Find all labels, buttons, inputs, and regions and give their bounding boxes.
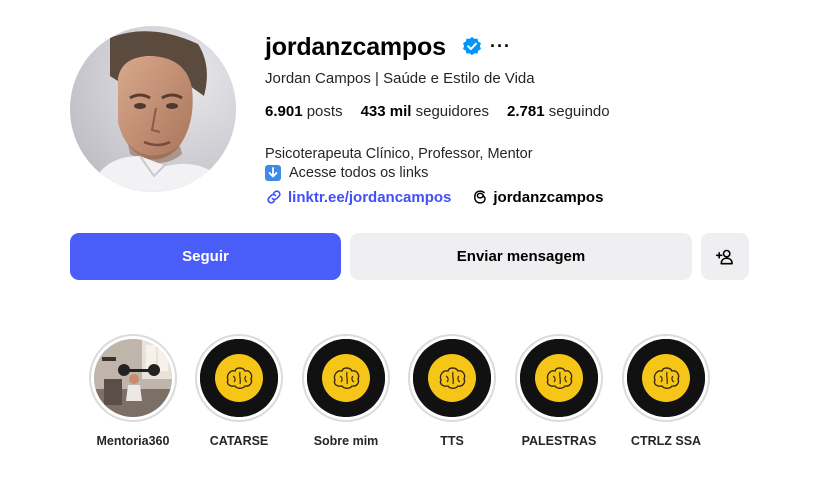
brain-icon	[200, 339, 278, 417]
follow-button[interactable]: Seguir	[70, 233, 341, 280]
highlight-label: Sobre mim	[313, 434, 379, 448]
highlight-cover-photo	[94, 339, 172, 417]
brain-icon	[307, 339, 385, 417]
highlight-item[interactable]: PALESTRAS	[512, 334, 606, 448]
profile-full-name: Jordan Campos | Saúde e Estilo de Vida	[265, 70, 535, 87]
followers-count: 433 mil	[360, 103, 412, 120]
highlight-label: CTRLZ SSA	[630, 434, 702, 448]
bio-line-2: Acesse todos os links	[265, 165, 428, 181]
highlight-ring	[408, 334, 496, 422]
highlight-label: Mentoria360	[96, 434, 170, 448]
profile-username: jordanzcampos	[265, 33, 446, 61]
link-icon	[267, 190, 281, 204]
profile-avatar[interactable]	[70, 26, 236, 192]
down-arrow-icon	[265, 165, 281, 181]
suggested-accounts-button[interactable]	[701, 233, 749, 280]
threads-link[interactable]: jordanzcampos	[471, 188, 603, 206]
posts-count: 6.901	[265, 103, 303, 120]
threads-handle: jordanzcampos	[493, 188, 604, 206]
external-link-text: linktr.ee/jordancampos	[288, 188, 452, 206]
highlight-ring	[89, 334, 177, 422]
highlight-label: TTS	[440, 434, 464, 448]
followers-label: seguidores	[415, 103, 490, 120]
highlight-item[interactable]: TTS	[405, 334, 499, 448]
highlight-ring	[622, 334, 710, 422]
profile-photo	[70, 26, 236, 192]
brain-icon	[627, 339, 705, 417]
highlight-cover	[627, 339, 705, 417]
add-person-icon	[715, 249, 733, 264]
threads-icon	[474, 190, 487, 204]
highlight-cover	[520, 339, 598, 417]
highlight-item[interactable]: CTRLZ SSA	[619, 334, 713, 448]
highlight-label: PALESTRAS	[521, 434, 597, 448]
brain-icon	[520, 339, 598, 417]
posts-stat: 6.901 posts	[265, 103, 343, 120]
profile-stats: 6.901 posts 433 mil seguidores 2.781 seg…	[265, 103, 628, 120]
following-label: seguindo	[548, 103, 610, 120]
following-stat[interactable]: 2.781 seguindo	[507, 103, 610, 120]
profile-links: linktr.ee/jordancampos jordanzcampos	[265, 188, 603, 206]
verified-badge-icon	[463, 36, 481, 56]
send-message-button[interactable]: Enviar mensagem	[350, 233, 692, 280]
bio-line-1: Psicoterapeuta Clínico, Professor, Mento…	[265, 146, 533, 162]
bio-line-2-text: Acesse todos os links	[289, 165, 429, 181]
following-count: 2.781	[507, 103, 545, 120]
highlight-cover	[200, 339, 278, 417]
highlight-ring	[302, 334, 390, 422]
highlight-cover	[413, 339, 491, 417]
followers-stat[interactable]: 433 mil seguidores	[361, 103, 489, 120]
highlight-label: CATARSE	[209, 434, 269, 448]
highlight-item[interactable]: CATARSE	[192, 334, 286, 448]
highlight-ring	[195, 334, 283, 422]
highlight-ring	[515, 334, 603, 422]
highlight-item[interactable]: Sobre mim	[299, 334, 393, 448]
external-link[interactable]: linktr.ee/jordancampos	[265, 188, 451, 206]
highlight-item[interactable]: Mentoria360	[86, 334, 180, 448]
highlight-cover	[307, 339, 385, 417]
gym-photo	[94, 339, 172, 417]
brain-icon	[413, 339, 491, 417]
ellipsis-icon[interactable]: ···	[490, 37, 511, 55]
posts-label: posts	[306, 103, 343, 120]
